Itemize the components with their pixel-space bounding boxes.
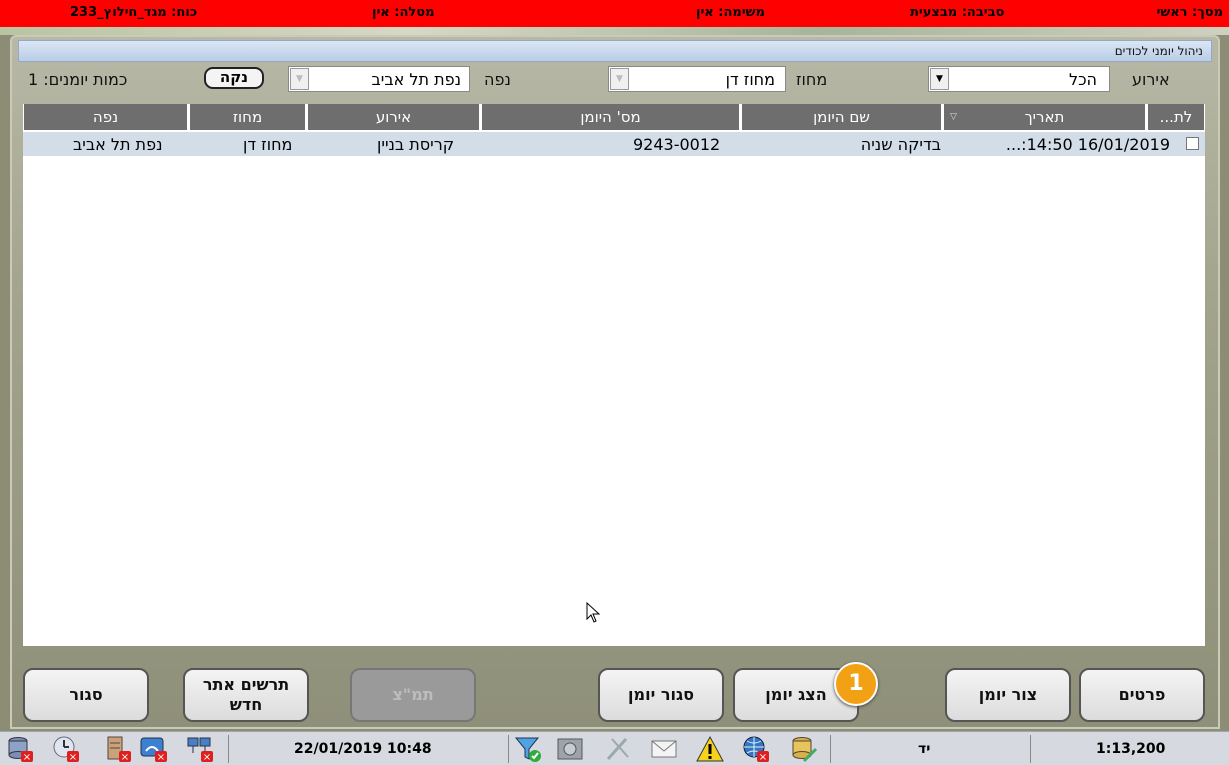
column-header-event[interactable]: אירוע: [307, 104, 480, 130]
wifi-error-icon[interactable]: ×: [140, 735, 168, 763]
mail-icon[interactable]: [650, 735, 678, 763]
mouse-cursor-icon: [586, 602, 601, 623]
cell-event: קריסת בניין: [377, 135, 455, 154]
chevron-down-icon[interactable]: ▼: [610, 68, 629, 90]
screen-indicator: מסך: ראשי: [1156, 5, 1223, 20]
new-site-diagram-label-1: תרשים אתר: [202, 675, 290, 694]
svg-text:×: ×: [69, 752, 77, 763]
globe-error-icon[interactable]: ×: [742, 735, 770, 763]
chevron-down-icon[interactable]: ▼: [290, 68, 309, 90]
log-count-label: כמות יומנים: 1: [28, 70, 128, 89]
task-indicator: משימה: אין: [696, 5, 765, 20]
cell-district: מחוז דן: [243, 135, 293, 154]
create-log-button[interactable]: צור יומן: [945, 668, 1071, 722]
grid-header: לת... ▽ תאריך שם היומן מס' היומן אירוע מ…: [23, 104, 1205, 130]
tmz-button[interactable]: תמ"צ: [350, 668, 476, 722]
tools-icon[interactable]: [604, 735, 632, 763]
column-header-date-label: תאריך: [1024, 108, 1065, 126]
cell-area: נפת תל אביב: [73, 135, 163, 154]
database-error-icon[interactable]: ×: [6, 735, 34, 763]
new-site-diagram-label-2: חדש: [229, 695, 263, 714]
area-filter-select[interactable]: ▼ נפת תל אביב: [288, 66, 470, 92]
force-indicator: כוח: מגד_חילוץ_233: [70, 5, 198, 20]
mission-indicator: מטלה: אין: [372, 5, 435, 20]
column-header-date[interactable]: ▽ תאריך: [943, 104, 1146, 130]
district-filter-value: מחוז דן: [725, 70, 775, 89]
svg-text:×: ×: [157, 752, 165, 763]
top-status-bar: מסך: ראשי סביבה: מבצעית משימה: אין מטלה:…: [0, 0, 1229, 27]
details-button[interactable]: פרטים: [1079, 668, 1205, 722]
cell-number: 9243-0012: [633, 135, 721, 154]
status-map-scale: 1:13,200: [1096, 741, 1166, 757]
event-filter-select[interactable]: ▼ הכל: [928, 66, 1110, 92]
new-site-diagram-button[interactable]: תרשים אתר חדש: [183, 668, 309, 722]
window-title: ניהול יומני לכודים: [1114, 44, 1203, 58]
database-edit-icon[interactable]: [790, 735, 818, 763]
district-filter-select[interactable]: ▼ מחוז דן: [608, 66, 786, 92]
status-datetime: 22/01/2019 10:48: [294, 741, 432, 757]
cell-date: 16/01/2019 14:50:...: [1005, 135, 1170, 154]
screen-capture-icon[interactable]: [556, 735, 584, 763]
clock-error-icon[interactable]: ×: [52, 735, 80, 763]
area-filter-label: נפה: [484, 70, 511, 89]
close-log-button[interactable]: סגור יומן: [598, 668, 724, 722]
column-header-number[interactable]: מס' היומן: [481, 104, 740, 130]
close-button[interactable]: סגור: [23, 668, 149, 722]
svg-text:×: ×: [23, 752, 31, 763]
district-filter-label: מחוז: [796, 70, 828, 89]
cell-name: בדיקה שניה: [860, 135, 941, 154]
column-header-district[interactable]: מחוז: [189, 104, 306, 130]
clear-button[interactable]: נקה: [204, 67, 264, 89]
svg-text:×: ×: [759, 752, 767, 763]
network-error-icon[interactable]: ×: [186, 735, 214, 763]
logs-grid: לת... ▽ תאריך שם היומן מס' היומן אירוע מ…: [23, 104, 1205, 646]
warning-icon[interactable]: [696, 735, 724, 763]
window-titlebar: ניהול יומני לכודים: [18, 40, 1212, 62]
filter-icon[interactable]: [514, 735, 542, 763]
environment-indicator: סביבה: מבצעית: [910, 5, 1005, 20]
chevron-down-icon[interactable]: ▼: [930, 68, 949, 90]
step-badge: 1: [834, 662, 878, 706]
svg-text:×: ×: [121, 752, 129, 763]
sort-icon: ▽: [950, 112, 957, 122]
status-mode: יד: [918, 741, 931, 757]
map-background: [0, 27, 1229, 35]
event-filter-label: אירוע: [1132, 70, 1170, 89]
server-error-icon[interactable]: ×: [104, 735, 132, 763]
column-header-name[interactable]: שם היומן: [741, 104, 942, 130]
column-header-select[interactable]: לת...: [1147, 104, 1205, 130]
svg-text:×: ×: [203, 752, 211, 763]
table-row[interactable]: 16/01/2019 14:50:... בדיקה שניה 9243-001…: [23, 132, 1205, 156]
row-checkbox[interactable]: [1186, 137, 1199, 150]
event-filter-value: הכל: [1068, 70, 1097, 89]
area-filter-value: נפת תל אביב: [371, 70, 461, 89]
column-header-area[interactable]: נפה: [23, 104, 188, 130]
